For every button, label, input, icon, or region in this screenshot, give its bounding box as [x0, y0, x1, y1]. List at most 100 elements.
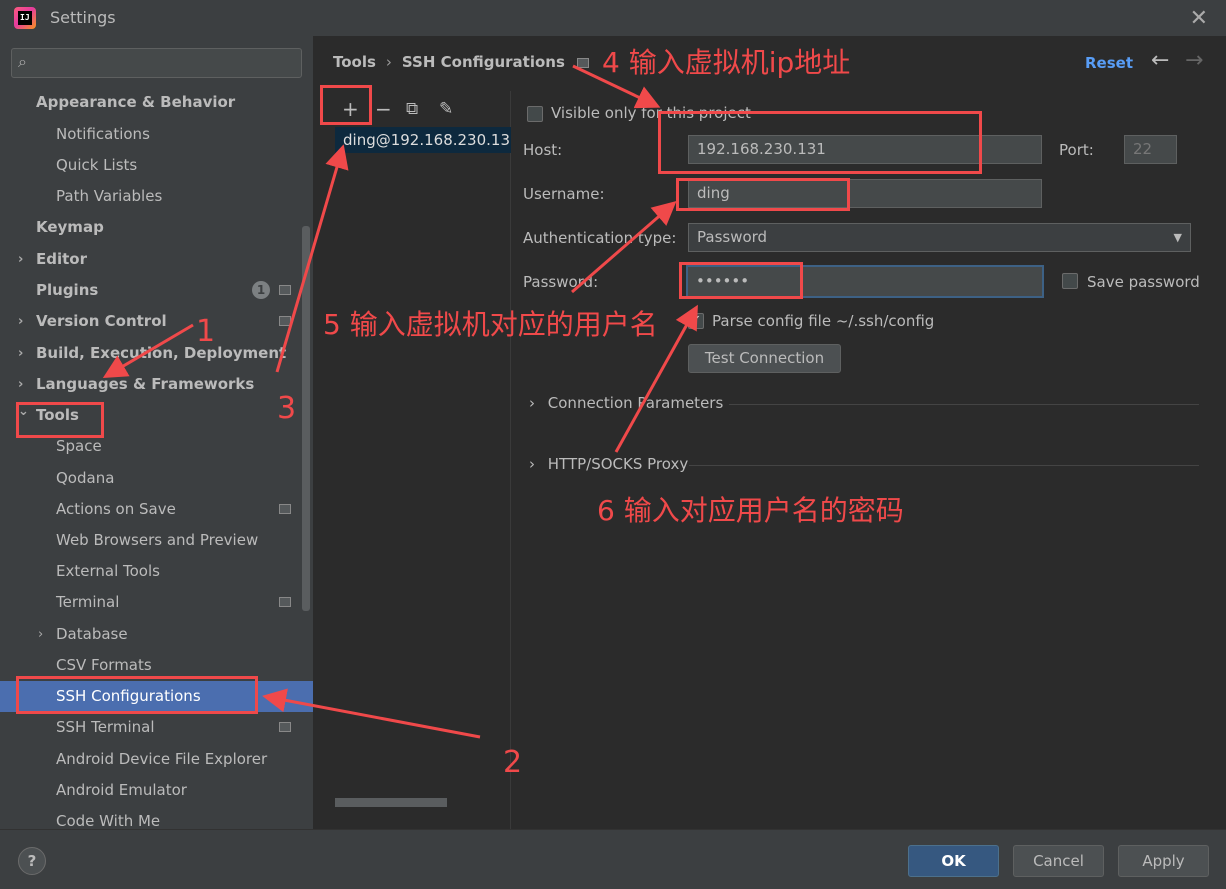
project-scope-icon — [279, 316, 291, 326]
proxy-section[interactable]: › HTTP/SOCKS Proxy — [529, 455, 1199, 473]
sidebar-item[interactable]: Tools ⌄ — [0, 400, 300, 431]
sidebar-item-label: Database — [56, 625, 128, 643]
divider — [729, 404, 1199, 405]
ssh-config-form: Visible only for this project Host: 192.… — [511, 91, 1226, 829]
sidebar-item[interactable]: Space — [0, 431, 300, 462]
add-icon[interactable]: + — [342, 97, 359, 121]
save-password-label: Save password — [1087, 273, 1200, 291]
port-field[interactable]: 22 — [1124, 135, 1177, 164]
parse-config-label: Parse config file ~/.ssh/config — [712, 312, 935, 330]
settings-content: Tools › SSH Configurations Reset ← → + − ⧉… — [313, 36, 1226, 829]
ssh-config-list-pane: + − ⧉ ✎ ding@192.168.230.131 — [313, 91, 511, 829]
arrow-left-icon[interactable]: ← — [1151, 48, 1169, 73]
sidebar-item[interactable]: Android Device File Explorer — [0, 744, 300, 775]
sidebar-item[interactable]: Qodana — [0, 463, 300, 494]
sidebar-item[interactable]: SSH Configurations — [0, 681, 313, 712]
sidebar-item-label: Appearance & Behavior — [36, 93, 236, 111]
sidebar-item-label: Web Browsers and Preview — [56, 531, 259, 549]
help-button[interactable]: ? — [18, 847, 46, 875]
breadcrumb-root[interactable]: Tools — [333, 53, 376, 71]
sidebar-item-label: Android Emulator — [56, 781, 187, 799]
chevron-right-icon[interactable]: › — [18, 338, 23, 369]
breadcrumb-separator: › — [385, 53, 392, 71]
sidebar-item-label: Tools — [36, 406, 79, 424]
chevron-right-icon[interactable]: › — [18, 306, 23, 337]
port-label: Port: — [1059, 141, 1094, 159]
sidebar-item[interactable]: Plugins 1 — [0, 275, 300, 306]
update-count-badge: 1 — [252, 281, 270, 299]
sidebar-item-label: Languages & Frameworks — [36, 375, 255, 393]
sidebar-item-label: SSH Configurations — [56, 687, 201, 705]
ok-button[interactable]: OK — [908, 845, 999, 877]
sidebar-item[interactable]: Quick Lists — [0, 150, 300, 181]
chevron-down-icon: ▼ — [1173, 231, 1182, 244]
sidebar-item-label: Plugins — [36, 281, 99, 299]
sidebar-item-label: Qodana — [56, 469, 115, 487]
sidebar-item-label: Build, Execution, Deployment — [36, 344, 287, 362]
sidebar-item-label: Android Device File Explorer — [56, 750, 268, 768]
sidebar-item[interactable]: Terminal — [0, 587, 300, 618]
copy-icon[interactable]: ⧉ — [406, 99, 418, 119]
visible-only-checkbox[interactable] — [527, 106, 543, 122]
title-bar: IJ Settings ✕ — [0, 0, 1226, 36]
sidebar-item[interactable]: Web Browsers and Preview — [0, 525, 300, 556]
sidebar-item[interactable]: Appearance & Behavior — [0, 87, 300, 118]
sidebar-item[interactable]: Keymap — [0, 212, 300, 243]
sidebar-item[interactable]: Database › — [0, 619, 300, 650]
sidebar-item[interactable]: CSV Formats — [0, 650, 300, 681]
settings-sidebar: ⌕ Appearance & Behavior Notifications Quic… — [0, 36, 313, 829]
project-scope-icon — [279, 504, 291, 514]
reset-link[interactable]: Reset — [1085, 54, 1133, 72]
save-password-checkbox[interactable] — [1062, 273, 1078, 289]
sidebar-item[interactable]: Actions on Save — [0, 494, 300, 525]
list-item[interactable]: ding@192.168.230.131 — [335, 127, 511, 153]
password-label: Password: — [523, 273, 599, 291]
cancel-button[interactable]: Cancel — [1013, 845, 1104, 877]
breadcrumb-current: SSH Configurations — [401, 53, 565, 71]
sidebar-item[interactable]: External Tools — [0, 556, 300, 587]
sidebar-item[interactable]: Editor › — [0, 244, 300, 275]
visible-only-label: Visible only for this project — [551, 104, 751, 122]
sidebar-item-label: Space — [56, 437, 102, 455]
chevron-right-icon[interactable]: › — [38, 619, 43, 650]
auth-type-select[interactable]: Password ▼ — [688, 223, 1191, 252]
sidebar-scrollbar[interactable] — [302, 226, 310, 611]
chevron-down-icon[interactable]: ⌄ — [18, 396, 29, 427]
auth-type-value: Password — [697, 228, 768, 246]
connection-parameters-section[interactable]: › Connection Parameters — [529, 394, 1199, 412]
sidebar-item-label: Code With Me — [56, 812, 161, 829]
sidebar-item[interactable]: Path Variables — [0, 181, 300, 212]
close-icon[interactable]: ✕ — [1190, 6, 1208, 31]
sidebar-item-label: SSH Terminal — [56, 718, 155, 736]
window-title: Settings — [50, 8, 116, 27]
sidebar-item[interactable]: Notifications — [0, 119, 300, 150]
remove-icon[interactable]: − — [375, 97, 392, 121]
connection-parameters-label: Connection Parameters — [547, 394, 724, 412]
arrow-right-icon[interactable]: → — [1185, 48, 1203, 73]
host-field[interactable]: 192.168.230.131 — [688, 135, 1042, 164]
sidebar-item-label: Editor — [36, 250, 87, 268]
sidebar-item-label: Path Variables — [56, 187, 163, 205]
username-label: Username: — [523, 185, 605, 203]
sidebar-item[interactable]: Android Emulator — [0, 775, 300, 806]
sidebar-item[interactable]: Version Control › — [0, 306, 300, 337]
apply-button[interactable]: Apply — [1118, 845, 1209, 877]
edit-icon[interactable]: ✎ — [439, 99, 453, 119]
chevron-right-icon[interactable]: › — [18, 244, 23, 275]
search-input[interactable]: ⌕ — [11, 48, 302, 78]
sidebar-item[interactable]: Code With Me — [0, 806, 300, 829]
sidebar-item-label: External Tools — [56, 562, 160, 580]
breadcrumb: Tools › SSH Configurations — [333, 53, 589, 71]
divider — [689, 465, 1199, 466]
list-scrollbar[interactable] — [335, 798, 447, 807]
parse-config-checkbox[interactable]: ✓ — [688, 313, 704, 329]
proxy-label: HTTP/SOCKS Proxy — [547, 455, 689, 473]
username-field[interactable]: ding — [688, 179, 1042, 208]
dialog-footer: ? OK Cancel Apply — [0, 829, 1226, 889]
sidebar-item[interactable]: Build, Execution, Deployment › — [0, 338, 300, 369]
test-connection-button[interactable]: Test Connection — [688, 344, 841, 373]
sidebar-item[interactable]: Languages & Frameworks › — [0, 369, 300, 400]
sidebar-item[interactable]: SSH Terminal — [0, 712, 300, 743]
password-field[interactable]: •••••• — [686, 265, 1044, 298]
auth-type-label: Authentication type: — [523, 229, 677, 247]
